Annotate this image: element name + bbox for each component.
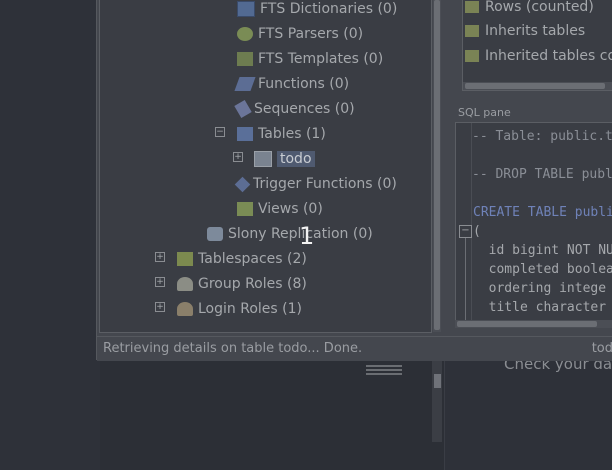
step-number-overlay: 1 bbox=[299, 222, 315, 250]
sql-line: ordering intege bbox=[473, 281, 607, 296]
property-label: Inherits tables bbox=[485, 23, 586, 39]
object-browser-tree: FTS Dictionaries (0) FTS Parsers (0) FTS… bbox=[99, 0, 432, 333]
login-roles-expand-toggle[interactable]: + bbox=[155, 302, 165, 312]
tree-item-label: Views (0) bbox=[258, 201, 323, 217]
properties-scrollbar[interactable] bbox=[463, 82, 612, 90]
sql-fold-line bbox=[465, 238, 466, 320]
property-icon bbox=[465, 50, 479, 62]
tree-item-fts-templates[interactable]: FTS Templates (0) bbox=[237, 48, 383, 70]
tree-item-todo[interactable]: todo bbox=[254, 148, 315, 170]
tree-item-fts-parsers[interactable]: FTS Parsers (0) bbox=[237, 23, 363, 45]
sql-scrollbar-thumb[interactable] bbox=[457, 321, 597, 327]
sql-pane-title: SQL pane bbox=[458, 106, 511, 119]
property-row[interactable]: Inherited tables cou bbox=[465, 44, 612, 68]
slony-icon bbox=[207, 227, 223, 241]
tree-item-fts-dictionaries[interactable]: FTS Dictionaries (0) bbox=[237, 0, 397, 20]
sql-line: ( bbox=[473, 224, 481, 239]
tree-item-tables[interactable]: Tables (1) bbox=[237, 123, 326, 145]
tree-item-label: FTS Parsers (0) bbox=[258, 26, 364, 42]
property-icon bbox=[465, 25, 479, 37]
property-icon bbox=[465, 1, 479, 13]
tree-item-label: Sequences (0) bbox=[254, 101, 355, 117]
view-icon bbox=[237, 202, 253, 216]
tree-item-label: Group Roles (8) bbox=[198, 276, 307, 292]
tree-scrollbar-thumb[interactable] bbox=[434, 0, 440, 330]
background-small-text bbox=[366, 363, 416, 381]
function-icon bbox=[234, 77, 256, 91]
property-label: Inherited tables cou bbox=[485, 48, 612, 64]
tree-item-trigger-functions[interactable]: Trigger Functions (0) bbox=[234, 173, 397, 195]
group-roles-expand-toggle[interactable]: + bbox=[155, 277, 165, 287]
sql-pane[interactable]: − -- Table: public.t -- DROP TABLE publ … bbox=[455, 122, 612, 321]
tables-collapse-toggle[interactable]: − bbox=[215, 127, 225, 137]
tablespaces-expand-toggle[interactable]: + bbox=[155, 252, 165, 262]
tree-item-tablespaces[interactable]: Tablespaces (2) bbox=[177, 248, 307, 270]
group-role-icon bbox=[177, 277, 193, 291]
tablespace-icon bbox=[177, 252, 193, 266]
tree-item-login-roles[interactable]: Login Roles (1) bbox=[177, 298, 302, 320]
tree-item-label: Trigger Functions (0) bbox=[253, 176, 397, 192]
tree-item-label: FTS Templates (0) bbox=[258, 51, 384, 67]
property-row[interactable]: Inherits tables bbox=[465, 19, 585, 43]
tree-item-functions[interactable]: Functions (0) bbox=[234, 73, 350, 95]
trigger-function-icon bbox=[234, 176, 251, 192]
table-icon bbox=[254, 151, 272, 167]
sql-line: title character bbox=[473, 300, 607, 315]
sql-line: CREATE TABLE publi bbox=[473, 205, 612, 220]
background-left-area bbox=[0, 0, 100, 470]
tree-item-group-roles[interactable]: Group Roles (8) bbox=[177, 273, 307, 295]
status-message: Retrieving details on table todo... Done… bbox=[103, 341, 363, 356]
sql-line: -- DROP TABLE publ bbox=[472, 167, 612, 182]
status-bar: Retrieving details on table todo... Done… bbox=[97, 336, 612, 361]
pgadmin-window: FTS Dictionaries (0) FTS Parsers (0) FTS… bbox=[96, 0, 612, 361]
status-right-text: tod bbox=[591, 341, 612, 356]
sql-gutter bbox=[471, 123, 472, 320]
todo-expand-toggle[interactable]: + bbox=[233, 152, 243, 162]
sql-line: -- Table: public.t bbox=[472, 129, 612, 144]
sequence-icon bbox=[234, 99, 252, 119]
tree-item-sequences[interactable]: Sequences (0) bbox=[234, 98, 355, 120]
tree-item-label: todo bbox=[277, 151, 315, 167]
property-row[interactable]: Rows (counted) bbox=[465, 0, 594, 19]
tree-item-views[interactable]: Views (0) bbox=[237, 198, 323, 220]
tree-item-label: Login Roles (1) bbox=[198, 301, 302, 317]
tree-item-label: Tables (1) bbox=[258, 126, 326, 142]
property-label: Rows (counted) bbox=[485, 0, 594, 15]
sql-line: id bigint NOT NU bbox=[473, 243, 612, 258]
properties-scrollbar-thumb[interactable] bbox=[465, 83, 605, 89]
tree-item-slony-replication[interactable]: Slony Replication (0) bbox=[207, 223, 373, 245]
tables-icon bbox=[237, 127, 253, 141]
fts-parser-icon bbox=[237, 27, 253, 41]
tree-item-label: Tablespaces (2) bbox=[198, 251, 307, 267]
sql-fold-toggle[interactable]: − bbox=[459, 225, 472, 238]
fts-dictionary-icon bbox=[237, 1, 255, 17]
background-scrollbar-thumb[interactable] bbox=[434, 374, 441, 388]
sql-line: completed boolea bbox=[473, 262, 612, 277]
properties-panel: Rows (counted) Inherits tables Inherited… bbox=[462, 0, 612, 91]
fts-template-icon bbox=[237, 52, 253, 66]
tree-item-label: FTS Dictionaries (0) bbox=[260, 1, 398, 17]
login-role-icon bbox=[177, 302, 193, 316]
tree-item-label: Functions (0) bbox=[258, 76, 350, 92]
